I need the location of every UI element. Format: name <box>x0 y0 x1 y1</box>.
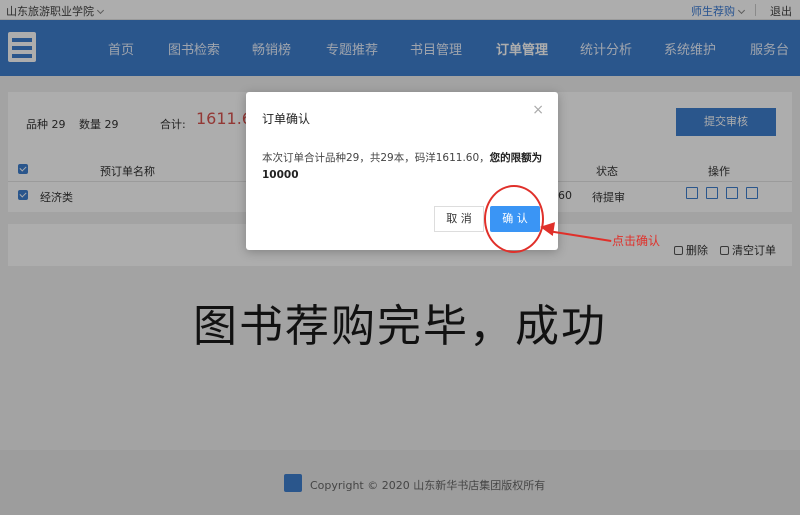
cancel-button[interactable]: 取 消 <box>434 206 484 232</box>
modal-overlay <box>0 0 800 515</box>
dialog-message: 本次订单合计品种29，共29本，码洋1611.60，您的限额为10000 <box>262 152 543 181</box>
close-icon[interactable]: × <box>532 102 544 118</box>
annotation-text: 点击确认 <box>612 234 661 248</box>
caption-text: 图书荐购完毕，成功 <box>193 301 607 352</box>
highlight-circle <box>484 185 544 253</box>
arrow-icon <box>538 219 556 237</box>
dialog-title: 订单确认 <box>262 112 311 126</box>
